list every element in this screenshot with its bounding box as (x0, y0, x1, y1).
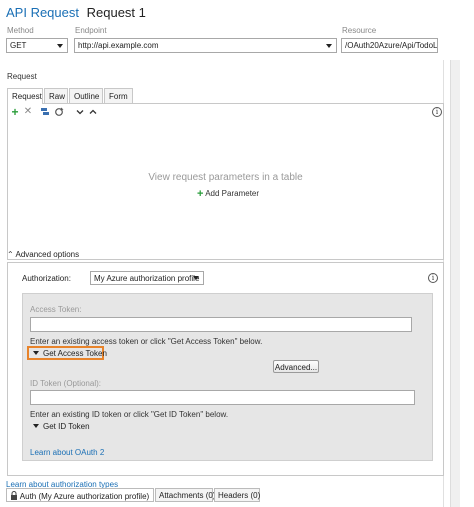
tab-request-label: Request (12, 92, 42, 101)
id-token-label: ID Token (Optional): (30, 379, 101, 388)
add-parameter-link[interactable]: + Add Parameter (197, 188, 259, 200)
refresh-icon[interactable] (54, 107, 64, 117)
tab-raw[interactable]: Raw (44, 88, 68, 103)
request-section-label: Request (7, 72, 37, 81)
tab-attachments[interactable]: Attachments (0) (155, 488, 216, 502)
add-icon: + (197, 188, 204, 200)
method-value: GET (10, 41, 27, 50)
learn-oauth-link[interactable]: Learn about OAuth 2 (30, 448, 104, 457)
advanced-options-toggle[interactable]: ⌃ Advanced options (7, 250, 444, 260)
tab-auth[interactable]: Auth (My Azure authorization profile) (6, 488, 154, 502)
tab-request[interactable]: Request (7, 88, 43, 104)
resource-label: Resource (342, 26, 377, 35)
tab-headers[interactable]: Headers (0) (214, 488, 260, 502)
method-select[interactable]: GET (6, 38, 68, 53)
tab-headers-label: Headers (0) (218, 491, 261, 500)
tab-outline[interactable]: Outline (69, 88, 103, 103)
remove-icon[interactable]: ✕ (23, 107, 33, 117)
chevron-down-icon (326, 44, 332, 48)
lock-icon (10, 491, 20, 501)
info-icon[interactable]: i (432, 107, 442, 117)
get-access-token-label: Get Access Token (43, 349, 107, 358)
advanced-button[interactable]: Advanced... (273, 360, 319, 373)
chevron-down-icon (57, 44, 63, 48)
triangle-down-icon (33, 351, 39, 355)
endpoint-select[interactable]: http://api.example.com (74, 38, 337, 53)
id-token-hint: Enter an existing ID token or click "Get… (30, 410, 229, 419)
tab-form-label: Form (109, 92, 128, 101)
get-id-token-label: Get ID Token (43, 422, 90, 431)
vertical-scrollbar[interactable] (450, 60, 460, 507)
get-access-token-button[interactable]: Get Access Token (27, 346, 107, 360)
authorization-label: Authorization: (22, 274, 71, 283)
authorization-profile-select[interactable]: My Azure authorization profile (90, 271, 204, 285)
endpoint-value: http://api.example.com (78, 41, 159, 50)
advanced-options-label: Advanced options (15, 250, 80, 259)
resource-input[interactable]: /OAuth20Azure/Api/TodoList (341, 38, 438, 53)
page-title-primary: API Request (6, 5, 79, 20)
tab-form[interactable]: Form (104, 88, 133, 103)
chevron-up-icon[interactable] (88, 107, 98, 117)
info-icon[interactable]: i (428, 273, 438, 283)
chevron-down-icon (193, 276, 199, 280)
endpoint-label: Endpoint (75, 26, 107, 35)
method-label: Method (7, 26, 34, 35)
tab-raw-label: Raw (49, 92, 66, 101)
page-title-secondary: Request 1 (86, 5, 146, 20)
tab-attachments-label: Attachments (0) (159, 491, 216, 500)
move-icon[interactable] (40, 107, 50, 117)
tab-outline-label: Outline (74, 92, 100, 101)
id-token-input[interactable] (30, 390, 415, 405)
resource-value: /OAuth20Azure/Api/TodoList (345, 41, 438, 50)
add-icon[interactable]: + (10, 106, 20, 118)
tab-auth-label: Auth (My Azure authorization profile) (19, 492, 150, 501)
page-title: API Request Request 1 (6, 5, 146, 20)
triangle-down-icon (33, 424, 39, 428)
authorization-profile-value: My Azure authorization profile (94, 274, 200, 283)
add-parameter-label: Add Parameter (205, 189, 260, 198)
access-token-hint: Enter an existing access token or click … (30, 337, 263, 346)
get-id-token-button[interactable]: Get ID Token (33, 422, 90, 431)
chevron-down-icon[interactable] (75, 107, 85, 117)
empty-parameters-message: View request parameters in a table (148, 172, 303, 183)
double-chevron-up-icon: ⌃ (7, 250, 14, 259)
access-token-label: Access Token: (30, 305, 82, 314)
access-token-input[interactable] (30, 317, 412, 332)
